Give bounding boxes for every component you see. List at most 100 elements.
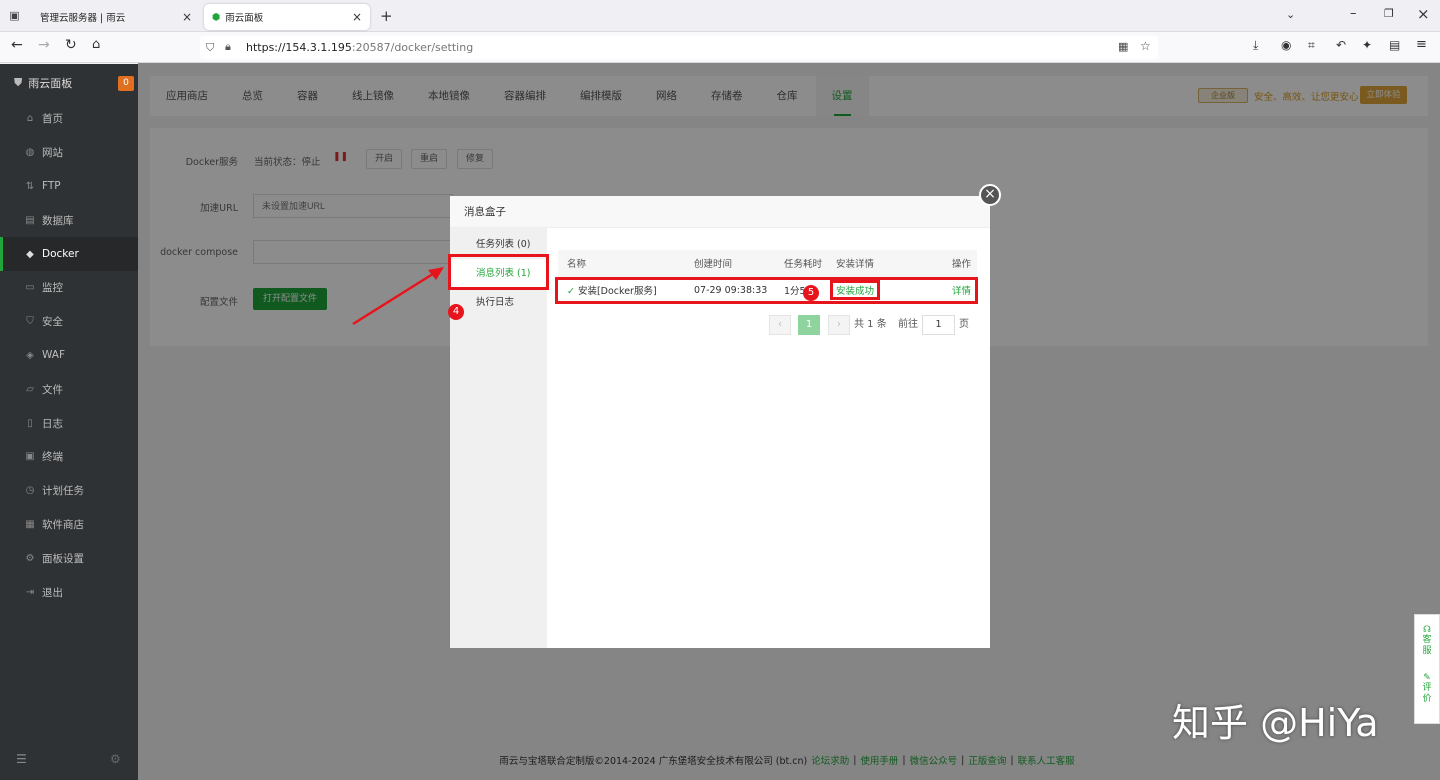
sidebar-header: ⛊ 雨云面板 0 — [0, 64, 138, 102]
new-tab-icon[interactable]: + — [380, 7, 393, 25]
monitor-icon: ▭ — [25, 282, 35, 294]
qr-code-icon[interactable]: ▦ — [1118, 40, 1128, 53]
review-button[interactable]: ✎ 评价 — [1415, 657, 1439, 705]
tab-title: 雨云面板 — [225, 13, 264, 24]
sidebar-item-label: 终端 — [42, 451, 63, 464]
sidebar-icon[interactable]: ▤ — [1389, 38, 1400, 52]
sidebar-item-label: 安全 — [42, 316, 63, 329]
sidebar-item-label: FTP — [42, 180, 61, 193]
sidebar-item-files[interactable]: ▱ 文件 — [0, 372, 138, 406]
crop-icon[interactable]: ⌗ — [1308, 38, 1315, 53]
extensions-icon[interactable]: ✦ — [1362, 38, 1372, 52]
watermark: 知乎 @HiYa — [1172, 701, 1379, 745]
sidebar-item-waf[interactable]: ◈ WAF — [0, 339, 138, 373]
forward-icon[interactable]: → — [38, 37, 50, 53]
ftp-icon: ⇅ — [25, 180, 35, 192]
sidebar-item-label: 监控 — [42, 282, 63, 295]
next-page-icon[interactable]: › — [828, 315, 850, 335]
sidebar-item-label: 网站 — [42, 147, 63, 160]
sidebar-item-cron[interactable]: ◷ 计划任务 — [0, 474, 138, 508]
undo-icon[interactable]: ↶ — [1336, 38, 1346, 52]
sidebar-item-settings[interactable]: ⚙ 面板设置 — [0, 541, 138, 575]
sidebar-item-label: 软件商店 — [42, 518, 84, 531]
reload-icon[interactable]: ↻ — [65, 37, 77, 53]
page-jump-input[interactable]: 1 — [922, 315, 955, 335]
gear-icon: ⚙ — [25, 552, 35, 564]
menu-icon[interactable]: ≡ — [1416, 37, 1427, 52]
sidebar-item-label: WAF — [42, 349, 66, 362]
sidebar-item-logs[interactable]: ▯ 日志 — [0, 406, 138, 440]
docker-icon: ◆ — [26, 248, 34, 260]
sidebar-item-home[interactable]: ⌂ 首页 — [0, 102, 138, 136]
logout-icon: ⇥ — [25, 586, 35, 598]
notification-badge[interactable]: 0 — [118, 76, 134, 91]
url-bar[interactable]: ⛉ 🔒︎ https://154.3.1.195:20587/docker/se… — [200, 36, 1158, 59]
clock-icon: ◷ — [25, 485, 35, 497]
shield-icon: ⛉ — [26, 316, 34, 328]
col-name: 名称 — [558, 250, 685, 278]
browser-tab-active[interactable]: ⬢ 雨云面板 × — [204, 4, 370, 30]
chevron-down-icon[interactable]: ⌄ — [1286, 8, 1295, 21]
close-tab-icon[interactable]: × — [182, 10, 192, 24]
folder-icon: ▱ — [26, 383, 34, 395]
minimize-icon[interactable]: – — [1350, 6, 1357, 21]
table-header: 名称 创建时间 任务耗时 安装详情 操作 — [558, 250, 977, 278]
window-close-icon[interactable]: × — [1417, 5, 1430, 23]
annotation-number-5: 5 — [803, 285, 819, 301]
gear-icon[interactable]: ⚙ — [110, 752, 121, 766]
pager-goto: 前往 — [898, 319, 918, 330]
collapse-menu-icon[interactable]: ☰ — [16, 752, 27, 766]
globe-icon: ◍ — [25, 147, 35, 159]
col-action: 操作 — [937, 250, 977, 278]
pager-unit: 页 — [959, 319, 969, 330]
dialog-title: 消息盒子 — [450, 196, 990, 228]
home-icon: ⌂ — [26, 113, 34, 125]
col-duration: 任务耗时 — [775, 250, 827, 278]
bookmark-star-icon[interactable]: ☆ — [1140, 39, 1151, 53]
sidebar-item-monitor[interactable]: ▭ 监控 — [0, 271, 138, 305]
sidebar-item-terminal[interactable]: ▣ 终端 — [0, 440, 138, 474]
account-icon[interactable]: ◉ — [1281, 38, 1291, 52]
back-icon[interactable]: ← — [11, 37, 23, 53]
prev-page-icon[interactable]: ‹ — [769, 315, 791, 335]
sidebar-item-logout[interactable]: ⇥ 退出 — [0, 575, 138, 609]
sidebar-item-label: Docker — [42, 248, 79, 261]
sidebar-item-ftp[interactable]: ⇅ FTP — [0, 170, 138, 204]
tab-exec-log[interactable]: 执行日志 — [450, 288, 547, 317]
page-current[interactable]: 1 — [798, 315, 820, 335]
panel-logo-icon: ⛊ — [14, 76, 23, 89]
edit-icon: ✎ — [1423, 673, 1431, 683]
sidebar-item-label: 退出 — [42, 586, 63, 599]
close-tab-icon[interactable]: × — [352, 10, 362, 24]
terminal-icon: ▣ — [25, 451, 35, 463]
sidebar-item-security[interactable]: ⛉ 安全 — [0, 305, 138, 339]
message-box-tabs: 任务列表 (0) 消息列表 (1) 执行日志 — [450, 228, 547, 648]
sidebar-title: 雨云面板 — [28, 77, 73, 90]
tracking-shield-icon[interactable]: ⛉ — [206, 41, 214, 55]
sidebar-item-docker[interactable]: ◆ Docker — [0, 237, 138, 271]
col-detail: 安装详情 — [827, 250, 937, 278]
sidebar-item-label: 首页 — [42, 113, 63, 126]
col-created: 创建时间 — [685, 250, 775, 278]
sidebar-item-label: 数据库 — [42, 214, 74, 227]
database-icon: ▤ — [25, 214, 35, 226]
sidebar-item-store[interactable]: ▦ 软件商店 — [0, 508, 138, 542]
browser-tab[interactable]: 管理云服务器 | 雨云 × — [32, 4, 200, 30]
lock-icon[interactable]: 🔒︎ — [225, 40, 231, 54]
restore-icon[interactable]: ❐ — [1384, 7, 1394, 20]
customer-service-button[interactable]: ☊ 客服 — [1415, 615, 1439, 657]
close-dialog-icon[interactable]: × — [979, 184, 1001, 206]
annotation-box-message-tab — [448, 254, 549, 290]
sidebar-item-database[interactable]: ▤ 数据库 — [0, 203, 138, 237]
annotation-box-row — [555, 277, 978, 304]
home-icon[interactable]: ⌂ — [92, 37, 100, 52]
annotation-arrow — [352, 267, 444, 326]
download-icon[interactable]: ⤓ — [1253, 38, 1258, 53]
sidebar-item-website[interactable]: ◍ 网站 — [0, 136, 138, 170]
annotation-number-4: 4 — [448, 304, 464, 320]
pager-total: 共 1 条 — [854, 319, 887, 330]
sidebar: ⛊ 雨云面板 0 ⌂ 首页 ◍ 网站 ⇅ FTP ▤ 数据库 ◆ Docker ▭ 监控 ⛉… — [0, 64, 138, 780]
tab-overview-icon[interactable]: ▣ — [9, 10, 20, 21]
shield-icon: ⬢ — [212, 11, 221, 23]
headset-icon: ☊ — [1423, 625, 1431, 635]
